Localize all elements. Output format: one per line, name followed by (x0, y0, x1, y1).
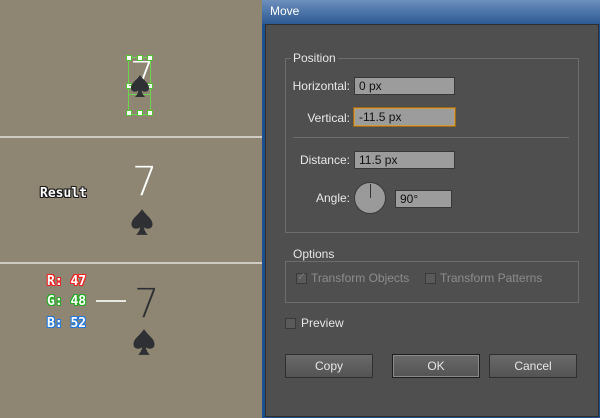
result-label: Result (40, 186, 87, 201)
copy-button[interactable]: Copy (285, 354, 373, 378)
move-dialog: Move Position Horizontal: 0 px Vertical:… (262, 0, 600, 418)
vertical-input[interactable]: -11.5 px (354, 108, 455, 126)
transform-patterns-label: Transform Patterns (440, 271, 543, 285)
rgb-blue-value: B: 52 (47, 316, 87, 331)
angle-label: Angle: (315, 191, 350, 205)
dialog-titlebar[interactable]: Move (262, 0, 600, 24)
result-card-number: 7 (132, 159, 158, 205)
transform-objects-label: Transform Objects (311, 271, 410, 285)
selection-handle[interactable] (126, 110, 132, 116)
angle-dial-indicator (370, 184, 371, 198)
angle-dial[interactable] (354, 182, 386, 214)
dialog-body: Position Horizontal: 0 px Vertical: -11.… (265, 24, 599, 417)
spade-icon (131, 209, 153, 235)
divider-line (0, 262, 262, 264)
rgb-green-value: G: 48 (47, 294, 87, 309)
transform-patterns-checkbox[interactable] (425, 273, 436, 284)
preview-checkbox[interactable] (285, 318, 296, 329)
selection-handle[interactable] (137, 110, 143, 116)
rgb-red-value: R: 47 (47, 274, 87, 289)
spade-icon (131, 75, 149, 97)
artboard-canvas[interactable]: 7 Result 7 R: 47 G: 48 B: 52 7 (0, 0, 262, 418)
spade-icon (133, 329, 155, 355)
cancel-button[interactable]: Cancel (489, 354, 577, 378)
ok-button[interactable]: OK (392, 354, 480, 378)
position-group-label: Position (291, 51, 338, 65)
pointer-line (96, 300, 126, 302)
horizontal-input[interactable]: 0 px (354, 77, 455, 95)
distance-label: Distance: (299, 153, 350, 167)
group-separator (293, 137, 569, 138)
vertical-label: Vertical: (307, 111, 350, 125)
options-group-label: Options (291, 247, 337, 261)
transform-objects-checkbox[interactable] (296, 270, 307, 284)
selection-handle[interactable] (147, 110, 153, 116)
angle-input[interactable]: 90° (395, 190, 452, 208)
distance-input[interactable]: 11.5 px (354, 151, 455, 169)
color-card-number: 7 (134, 281, 160, 327)
divider-line (0, 136, 262, 138)
preview-label[interactable]: Preview (301, 316, 344, 330)
dialog-title: Move (270, 4, 300, 18)
horizontal-label: Horizontal: (292, 79, 350, 93)
